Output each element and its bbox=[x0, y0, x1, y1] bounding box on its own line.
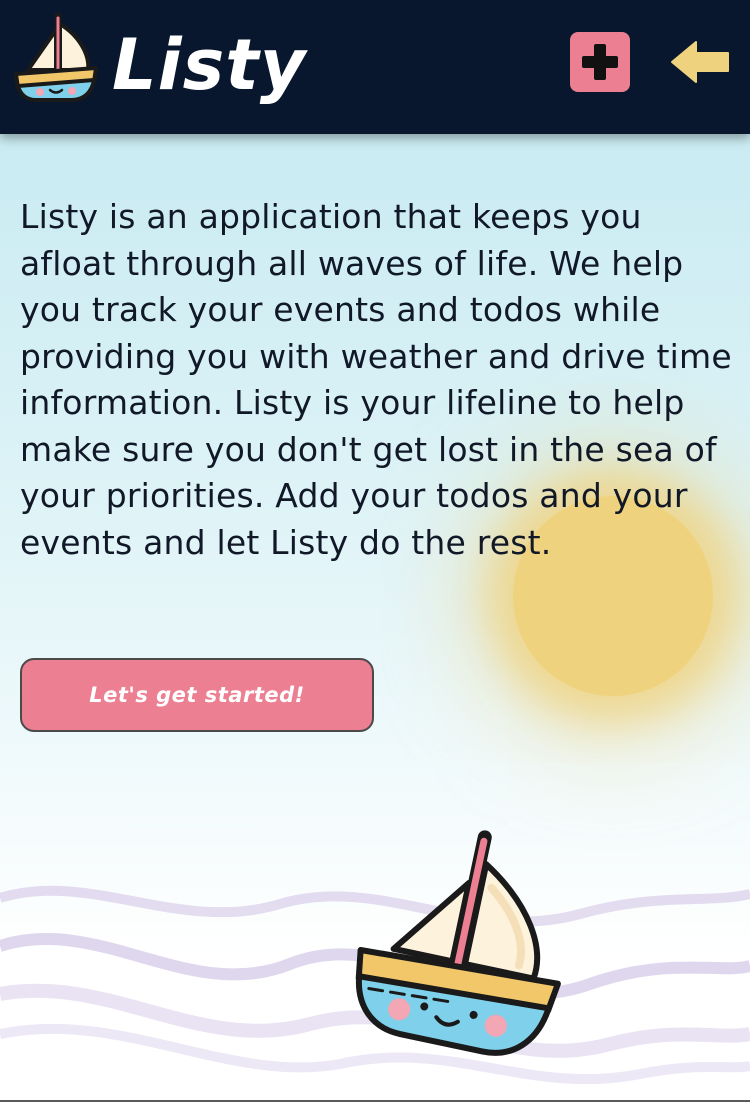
add-button[interactable] bbox=[570, 32, 630, 92]
main-content: Listy is an application that keeps you a… bbox=[0, 134, 750, 1102]
back-arrow-icon[interactable] bbox=[668, 38, 732, 86]
intro-text: Listy is an application that keeps you a… bbox=[20, 197, 732, 562]
get-started-button[interactable]: Let's get started! bbox=[20, 658, 374, 732]
sailboat-illustration bbox=[355, 830, 561, 1056]
sailboat-logo-icon bbox=[14, 12, 98, 102]
app-title: Listy bbox=[112, 24, 307, 106]
plus-icon bbox=[582, 44, 618, 80]
app-header: Listy bbox=[0, 0, 750, 134]
